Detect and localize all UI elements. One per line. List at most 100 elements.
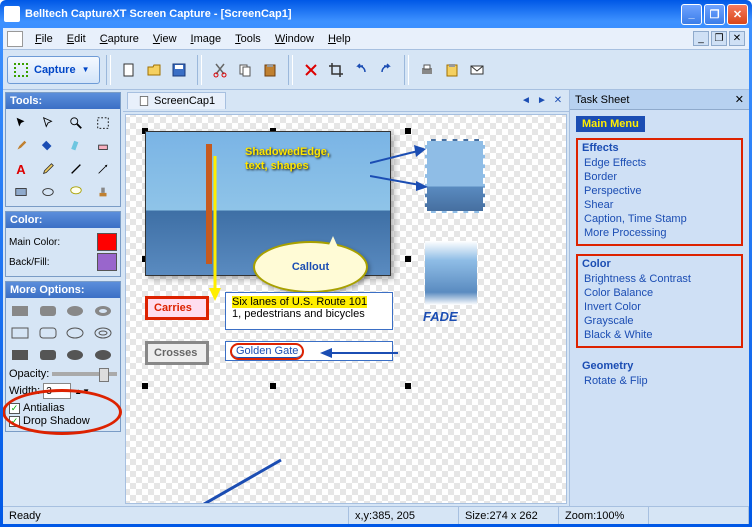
new-button[interactable] <box>117 58 141 82</box>
canvas[interactable]: ShadowedEdge,text, shapes Callout Carrie… <box>125 114 567 504</box>
main-color-label: Main Color: <box>9 237 60 248</box>
tool-select[interactable] <box>36 112 60 134</box>
tool-ellipse[interactable] <box>36 181 60 203</box>
tool-marquee[interactable] <box>91 112 115 134</box>
tool-pencil[interactable] <box>36 158 60 180</box>
minimize-button[interactable]: _ <box>681 4 702 25</box>
menu-window[interactable]: Window <box>269 31 320 47</box>
tool-stamp[interactable] <box>91 181 115 203</box>
antialias-label: Antialias <box>23 402 65 414</box>
shape-rect-solid[interactable] <box>9 345 31 365</box>
delete-button[interactable] <box>299 58 323 82</box>
close-button[interactable]: ✕ <box>727 4 748 25</box>
link-rotate-flip[interactable]: Rotate & Flip <box>582 374 737 388</box>
tool-highlighter[interactable] <box>64 135 88 157</box>
tool-text[interactable]: A <box>9 158 33 180</box>
cut-button[interactable] <box>208 58 232 82</box>
selected-object[interactable]: ShadowedEdge,text, shapes Callout Carrie… <box>145 131 540 486</box>
menu-file[interactable]: File <box>29 31 59 47</box>
tool-eraser[interactable] <box>91 135 115 157</box>
tab-nav-right[interactable]: ► <box>535 94 549 108</box>
yellow-arrow <box>205 156 285 301</box>
shape-ellipse-outline[interactable] <box>64 323 86 343</box>
tool-bucket[interactable] <box>36 135 60 157</box>
menu-edit[interactable]: Edit <box>61 31 92 47</box>
tool-pointer[interactable] <box>9 112 33 134</box>
undo-button[interactable] <box>349 58 373 82</box>
shape-ellipse-fill[interactable] <box>64 301 86 321</box>
tool-brush[interactable] <box>9 135 33 157</box>
tab-close[interactable]: ✕ <box>551 94 565 108</box>
menu-help[interactable]: Help <box>322 31 357 47</box>
link-grayscale[interactable]: Grayscale <box>582 314 737 328</box>
link-invert[interactable]: Invert Color <box>582 300 737 314</box>
main-color-swatch[interactable] <box>97 233 117 251</box>
copy-button[interactable] <box>233 58 257 82</box>
tool-zoom[interactable] <box>64 112 88 134</box>
menu-tools[interactable]: Tools <box>229 31 267 47</box>
redo-button[interactable] <box>374 58 398 82</box>
save-button[interactable] <box>167 58 191 82</box>
open-button[interactable] <box>142 58 166 82</box>
capture-button[interactable]: Capture ▼ <box>7 56 100 84</box>
link-shear[interactable]: Shear <box>582 198 737 212</box>
crop-button[interactable] <box>324 58 348 82</box>
antialias-checkbox[interactable]: ✓ <box>9 403 20 414</box>
color-panel-header: Color: <box>6 212 120 228</box>
tool-rect[interactable] <box>9 181 33 203</box>
opacity-slider[interactable] <box>52 372 117 376</box>
section-color: Color Brightness & Contrast Color Balanc… <box>576 254 743 348</box>
tab-nav-left[interactable]: ◄ <box>519 94 533 108</box>
application-window: Belltech CaptureXT Screen Capture - [Scr… <box>0 0 752 527</box>
tool-arrow[interactable] <box>91 158 115 180</box>
mdi-close[interactable]: ✕ <box>729 31 745 46</box>
mdi-restore[interactable]: ❐ <box>711 31 727 46</box>
carries-label: Carries <box>145 296 209 320</box>
menu-view[interactable]: View <box>147 31 183 47</box>
blue-arrow-3 <box>320 346 400 360</box>
shape-ring-fill[interactable] <box>92 301 114 321</box>
maximize-button[interactable]: ❐ <box>704 4 725 25</box>
link-color-balance[interactable]: Color Balance <box>582 286 737 300</box>
shape-ellipse-solid[interactable] <box>64 345 86 365</box>
link-brightness[interactable]: Brightness & Contrast <box>582 272 737 286</box>
fade-label: FADE <box>423 309 458 324</box>
window-title: Belltech CaptureXT Screen Capture - [Scr… <box>25 8 681 20</box>
paste-button[interactable] <box>258 58 282 82</box>
link-edge-effects[interactable]: Edge Effects <box>582 156 737 170</box>
mdi-minimize[interactable]: _ <box>693 31 709 46</box>
back-fill-swatch[interactable] <box>97 253 117 271</box>
doc-icon <box>138 95 150 107</box>
clipboard-button[interactable] <box>440 58 464 82</box>
link-bw[interactable]: Black & White <box>582 328 737 342</box>
shape-rect-fill[interactable] <box>9 301 31 321</box>
titlebar[interactable]: Belltech CaptureXT Screen Capture - [Scr… <box>0 0 752 28</box>
shape-rect-outline[interactable] <box>9 323 31 343</box>
width-spinner[interactable]: ▲▼ <box>74 387 90 396</box>
dropshadow-checkbox[interactable]: ✓ <box>9 416 20 427</box>
section-effects: Effects Edge Effects Border Perspective … <box>576 138 743 246</box>
shape-round-fill[interactable] <box>37 301 59 321</box>
link-caption[interactable]: Caption, Time Stamp <box>582 212 737 226</box>
shape-round-solid[interactable] <box>37 345 59 365</box>
email-button[interactable] <box>465 58 489 82</box>
tool-line[interactable] <box>64 158 88 180</box>
shape-round-outline[interactable] <box>37 323 59 343</box>
opacity-label: Opacity: <box>9 368 49 380</box>
task-sheet: Task Sheet ✕ Main Menu Effects Edge Effe… <box>569 90 749 506</box>
link-more-processing[interactable]: More Processing <box>582 226 737 240</box>
link-perspective[interactable]: Perspective <box>582 184 737 198</box>
link-border[interactable]: Border <box>582 170 737 184</box>
width-input[interactable] <box>43 383 71 399</box>
task-sheet-close[interactable]: ✕ <box>735 93 744 106</box>
menu-image[interactable]: Image <box>185 31 228 47</box>
doc-tab-screencap1[interactable]: ScreenCap1 <box>127 92 226 109</box>
main-toolbar: Capture ▼ <box>3 50 749 90</box>
print-button[interactable] <box>415 58 439 82</box>
tool-callout[interactable] <box>64 181 88 203</box>
status-ready: Ready <box>3 507 349 524</box>
shape-ring-outline[interactable] <box>92 323 114 343</box>
dropshadow-label: Drop Shadow <box>23 415 90 427</box>
menu-capture[interactable]: Capture <box>94 31 145 47</box>
shape-ring-solid[interactable] <box>92 345 114 365</box>
